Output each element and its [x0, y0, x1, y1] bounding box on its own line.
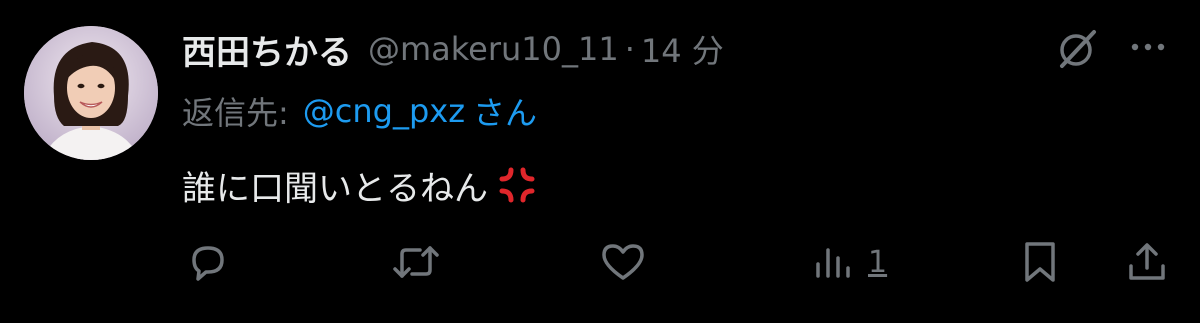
- author-handle[interactable]: @makeru10_11: [368, 30, 619, 68]
- reply-to-handle-link[interactable]: @cng_pxz: [303, 92, 465, 130]
- more-options-icon[interactable]: [1126, 32, 1170, 62]
- separator-dot: ·: [624, 30, 635, 68]
- heart-icon: [602, 244, 644, 280]
- anger-symbol-icon: [496, 164, 538, 206]
- reply-icon: [192, 246, 224, 281]
- views-button[interactable]: 1: [810, 238, 887, 286]
- action-bar: 1: [0, 232, 1200, 292]
- grok-icon[interactable]: [1054, 26, 1100, 72]
- tweet-card[interactable]: 西田ちかる @makeru10_11 · 14 分 返信先: @cng_pxz …: [0, 0, 1200, 323]
- tweet-text: 誰に口聞いとるねん: [182, 160, 538, 210]
- reply-to-label: 返信先:: [182, 94, 289, 132]
- reply-to-line: 返信先: @cng_pxz さん: [182, 86, 537, 136]
- reply-button[interactable]: [184, 238, 232, 286]
- repost-icon: [393, 246, 439, 278]
- like-button[interactable]: [598, 238, 648, 286]
- author-name[interactable]: 西田ちかる: [182, 25, 352, 74]
- bookmark-icon: [1025, 242, 1055, 282]
- bookmark-button[interactable]: [1018, 238, 1062, 286]
- tweet-header: 西田ちかる @makeru10_11 · 14 分: [182, 24, 724, 74]
- share-button[interactable]: [1124, 238, 1170, 286]
- reply-to-suffix[interactable]: さん: [473, 88, 537, 134]
- timestamp[interactable]: 14 分: [641, 26, 724, 72]
- views-bar-chart-icon: [816, 248, 850, 278]
- views-count: 1: [868, 244, 888, 280]
- tweet-body: 誰に口聞いとるねん: [182, 168, 488, 209]
- avatar[interactable]: [24, 26, 158, 160]
- repost-button[interactable]: [390, 238, 442, 286]
- share-icon: [1129, 243, 1165, 280]
